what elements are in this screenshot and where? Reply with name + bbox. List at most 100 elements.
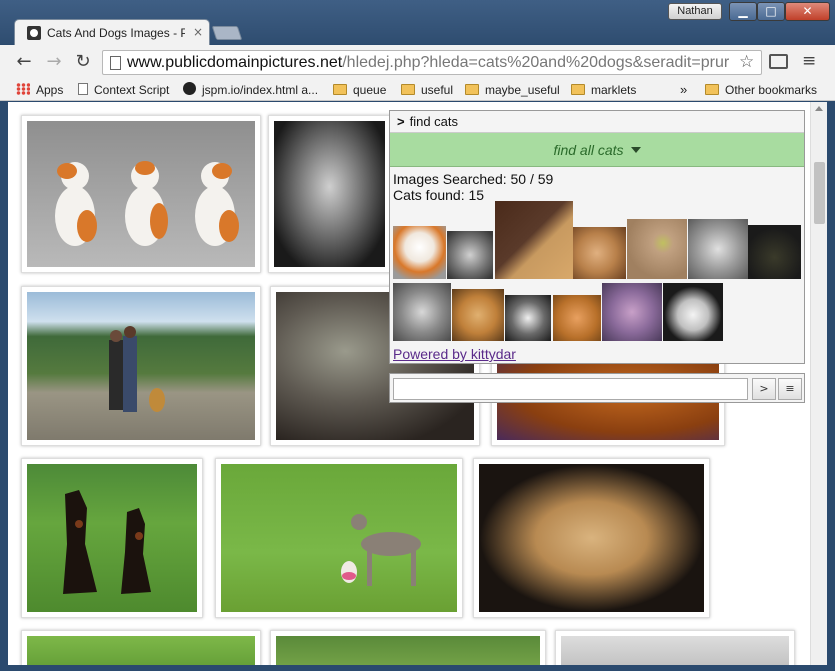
find-all-cats-button[interactable]: find all cats [390,133,804,167]
bookmarks-overflow-button[interactable]: » [680,82,687,98]
image-dobermans [27,464,197,612]
images-searched-text: Images Searched: 50 / 59 [393,171,554,187]
image-thumbnail[interactable] [21,286,261,446]
detected-cat-thumbnail[interactable] [393,226,446,279]
image-thumbnail[interactable] [555,630,795,665]
image-thumbnail[interactable] [21,115,261,273]
window-frame-right [827,102,835,671]
folder-icon [465,84,479,95]
window-frame-bottom [0,665,835,671]
profile-badge[interactable]: Nathan [668,3,722,20]
image-thumbnail[interactable] [215,458,463,618]
bookmark-folder-maybe-useful[interactable]: maybe_useful [465,82,560,98]
image-thumbnail[interactable] [268,115,391,273]
detected-cat-thumbnail[interactable] [627,219,687,279]
vertical-scrollbar[interactable] [810,102,827,665]
bookmark-label: Other bookmarks [725,83,818,97]
site-favicon-icon [27,26,41,40]
minimize-button[interactable]: ▁ [729,2,757,21]
scroll-up-arrow-icon[interactable] [815,106,823,111]
bookmark-label: jspm.io/index.html a... [202,83,319,97]
forward-icon[interactable]: → [44,52,64,72]
github-icon [183,82,196,95]
run-command-button[interactable]: > [752,378,776,400]
image-couple-with-dog [27,292,255,440]
folder-icon [571,84,585,95]
command-input[interactable] [393,378,748,400]
bookmark-context-script[interactable]: Context Script [78,82,169,98]
detected-cat-thumbnail[interactable] [452,289,504,341]
apps-icon [16,83,30,95]
bookmark-apps[interactable]: Apps [16,82,63,98]
url-text[interactable]: www.publicdomainpictures.net/hledej.php?… [127,54,737,72]
image-row4-left [27,636,255,665]
window-frame-left [0,102,8,671]
document-icon [78,83,88,95]
folder-icon [401,84,415,95]
dobermans-drawing [63,490,151,594]
command-text: find cats [409,114,459,129]
image-row4-right [561,636,789,665]
detected-cat-thumbnail[interactable] [505,295,551,341]
dropdown-caret-icon [630,147,641,153]
bookmarks-bar: Apps Context Script jspm.io/index.html a… [0,79,835,101]
detected-cat-thumbnail[interactable] [495,201,573,279]
kittydar-panel: > find cats find all cats Images Searched… [389,110,805,364]
detected-cat-thumbnail[interactable] [688,219,748,279]
tab-active[interactable]: Cats And Dogs Images - P × [14,19,210,46]
bookmark-folder-queue[interactable]: queue [333,82,386,98]
tab-close-icon[interactable]: × [193,25,205,39]
chrome-menu-icon[interactable]: ≡ [802,51,816,71]
powered-by-link[interactable]: Powered by kittydar [393,346,516,362]
title-bar: Nathan ▁ □ ✕ Cats And Dogs Images - P × [0,0,835,46]
url-path: /hledej.php?hleda=cats%20and%20dogs&sera… [342,54,730,71]
detected-cat-thumbnail[interactable] [393,283,451,341]
folder-icon [705,84,719,95]
bookmark-label: useful [421,83,454,97]
address-bar[interactable]: www.publicdomainpictures.net/hledej.php?… [102,50,762,75]
bookmark-folder-useful[interactable]: useful [401,82,453,98]
command-bar: > ≡ [389,373,805,403]
prompt-symbol: > [397,114,405,129]
image-thumbnail[interactable] [21,458,203,618]
detected-cat-thumbnail[interactable] [553,295,601,341]
reload-icon[interactable]: ↻ [73,52,93,72]
detected-cat-thumbnail[interactable] [748,225,801,279]
image-puppy [479,464,704,612]
detected-cat-thumbnail[interactable] [573,227,626,279]
couple-drawing [109,326,165,412]
bookmark-other[interactable]: Other bookmarks [705,82,817,98]
folder-icon [333,84,347,95]
toolbar: ← → ↻ www.publicdomainpictures.net/hlede… [0,45,835,79]
bookmark-label: Apps [36,83,64,97]
cast-icon[interactable] [769,54,788,69]
detected-cat-thumbnail[interactable] [663,283,723,341]
find-all-label: find all cats [553,142,624,158]
bookmark-folder-marklets[interactable]: marklets [571,82,636,98]
command-line: > find cats [390,111,804,133]
command-menu-button[interactable]: ≡ [778,378,802,400]
image-thumbnail[interactable] [270,630,546,665]
bookmark-star-icon[interactable]: ☆ [739,52,754,72]
bookmark-label: maybe_useful [485,83,560,97]
bookmark-label: queue [353,83,387,97]
image-bw-cat [274,121,385,267]
close-window-button[interactable]: ✕ [785,2,830,21]
search-stats: Images Searched: 50 / 59 Cats found: 15 [393,171,553,203]
maximize-button[interactable]: □ [757,2,785,21]
bookmark-label: marklets [591,83,637,97]
weimaraner-drawing [341,514,421,586]
page-icon [110,56,121,70]
new-tab-button[interactable] [211,26,243,40]
detected-cat-thumbnail[interactable] [602,283,662,341]
three-cats-drawing [55,161,239,246]
scrollbar-thumb[interactable] [814,162,825,224]
image-thumbnail[interactable] [21,630,261,665]
image-thumbnail[interactable] [473,458,710,618]
back-icon[interactable]: ← [14,52,34,72]
url-host: www.publicdomainpictures.net [127,54,343,71]
detected-cat-thumbnail[interactable] [447,231,493,279]
bookmark-jspm[interactable]: jspm.io/index.html a... [183,82,318,98]
image-three-cats [27,121,255,267]
tab-title: Cats And Dogs Images - P [47,26,185,40]
